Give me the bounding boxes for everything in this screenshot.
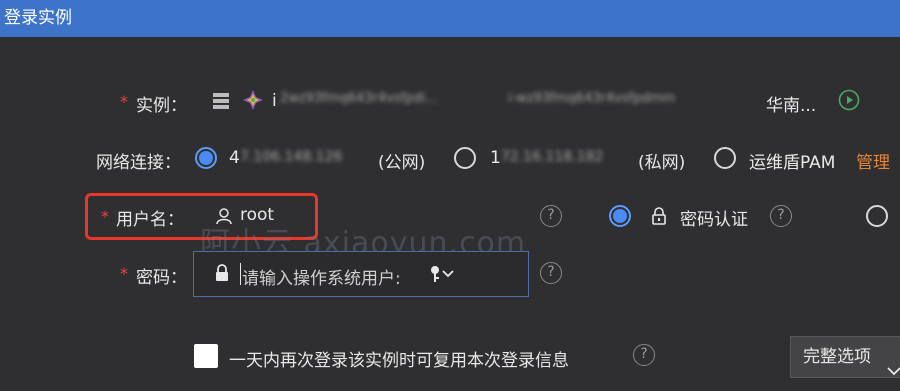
auth-option-label: 密码认证 <box>680 210 748 230</box>
full-options-label: 完整选项 <box>803 347 871 367</box>
window-titlebar: 登录实例 <box>0 0 900 37</box>
os-logo-icon <box>242 89 264 111</box>
chevron-down-icon <box>887 351 900 376</box>
auth-radio-password[interactable] <box>609 205 631 227</box>
username-required-mark: * <box>101 207 109 226</box>
remember-label: 一天内再次登录该实例时可复用本次登录信息 <box>229 351 569 371</box>
full-options-button[interactable]: 完整选项 <box>790 336 900 378</box>
network-private-suffix: (私网) <box>638 153 686 173</box>
key-dropdown-icon[interactable] <box>430 265 456 283</box>
remember-checkbox[interactable] <box>194 344 218 368</box>
play-icon[interactable] <box>838 89 860 111</box>
lock-icon <box>651 207 667 225</box>
network-radio-private[interactable] <box>454 147 476 169</box>
network-manage-link[interactable]: 管理 <box>856 148 890 173</box>
network-pam-label: 运维盾PAM <box>749 153 836 173</box>
password-label: 密码： <box>136 268 187 288</box>
window-title: 登录实例 <box>4 8 72 28</box>
instance-id-prefix: i <box>272 91 277 111</box>
auth-help-icon[interactable]: ? <box>770 205 792 227</box>
password-lock-icon <box>214 264 230 282</box>
password-placeholder: 请输入操作系统用户: <box>242 269 401 289</box>
password-required-mark: * <box>120 264 128 283</box>
network-public-ip: 7.106.148.126 <box>240 149 343 165</box>
network-public-prefix: 4 <box>229 148 240 168</box>
network-public-suffix: (公网) <box>378 153 426 173</box>
network-private-prefix: 1 <box>490 148 501 168</box>
network-radio-pam[interactable] <box>714 147 736 169</box>
instance-label: 实例： <box>136 96 187 116</box>
password-input[interactable]: 请输入操作系统用户: <box>193 251 529 297</box>
network-private-ip: 72.16.118.182 <box>501 149 604 165</box>
password-help-icon[interactable]: ? <box>540 262 562 284</box>
network-label: 网络连接： <box>96 153 181 173</box>
server-icon <box>212 92 230 110</box>
remember-help-icon[interactable]: ? <box>633 344 655 366</box>
username-help-icon[interactable]: ? <box>540 205 562 227</box>
auth-radio-other[interactable] <box>866 205 888 227</box>
instance-name: 2wz93fmq643r4vsfpdi... <box>280 91 438 106</box>
network-radio-public[interactable] <box>195 147 217 169</box>
username-label: 用户名： <box>116 210 184 230</box>
instance-required-mark: * <box>120 92 128 111</box>
text-cursor <box>240 263 241 285</box>
instance-id: i-wz93fmq643r4vsfpdmm <box>508 91 676 106</box>
instance-region: 华南... <box>766 96 817 116</box>
